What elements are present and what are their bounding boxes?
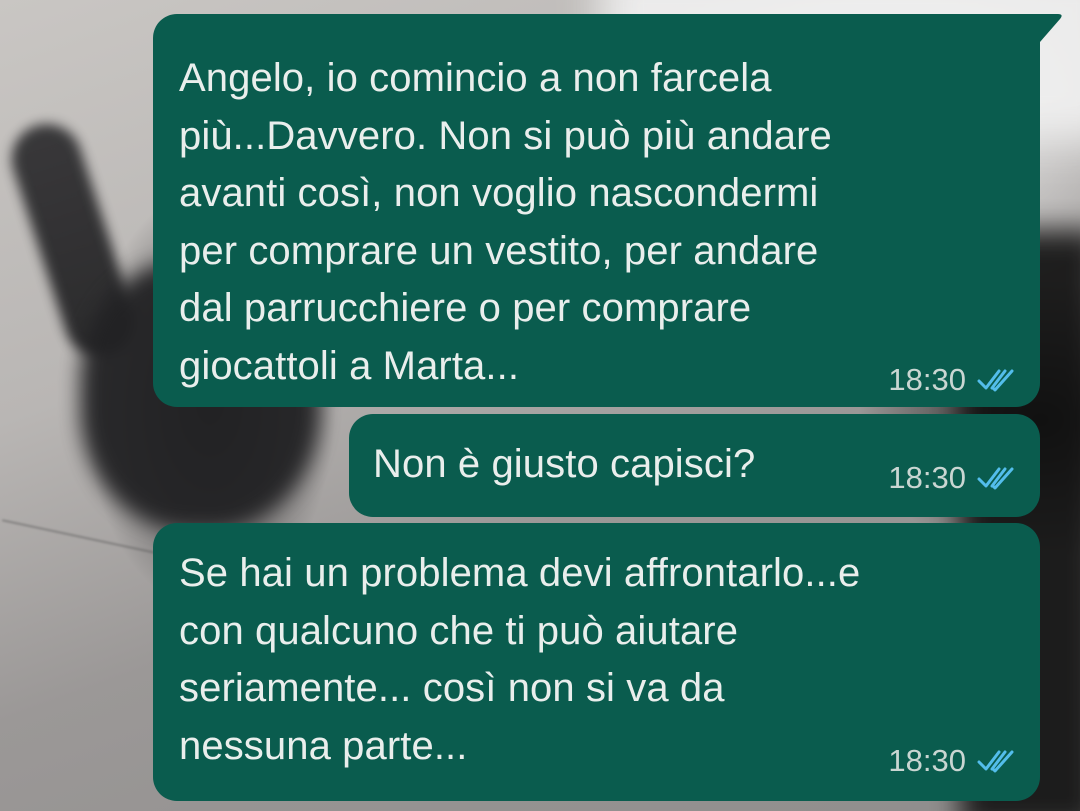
message-time: 18:30 xyxy=(888,743,966,778)
message-time: 18:30 xyxy=(888,362,966,397)
outgoing-message[interactable]: Se hai un problema devi affrontarlo...e … xyxy=(153,523,1040,801)
double-check-read-icon xyxy=(976,748,1016,774)
double-check-read-icon xyxy=(976,465,1016,491)
message-time: 18:30 xyxy=(888,460,966,495)
message-text: Non è giusto capisci? xyxy=(373,442,756,486)
double-check-read-icon xyxy=(976,367,1016,393)
message-meta: 18:30 xyxy=(888,362,1016,398)
message-meta: 18:30 xyxy=(888,743,1016,779)
outgoing-message[interactable]: Non è giusto capisci? 18:30 xyxy=(349,414,1040,517)
message-text: Se hai un problema devi affrontarlo...e … xyxy=(179,551,861,768)
message-text: Angelo, io comincio a non farcela più...… xyxy=(179,56,832,388)
message-meta: 18:30 xyxy=(888,460,1016,496)
outgoing-message[interactable]: Angelo, io comincio a non farcela più...… xyxy=(153,14,1040,407)
